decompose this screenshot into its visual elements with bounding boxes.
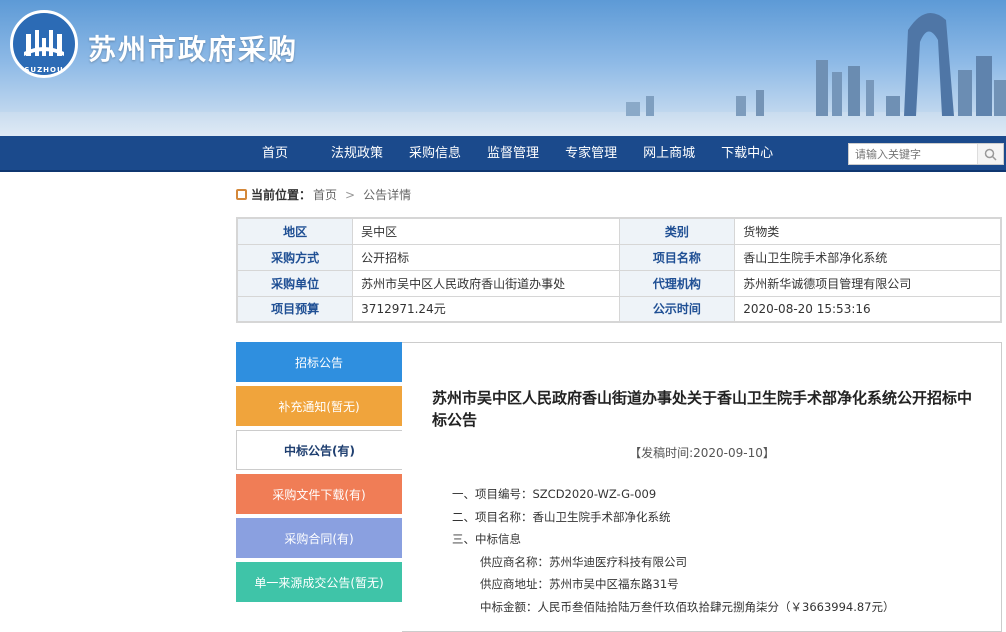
table-row: 采购方式 公开招标 项目名称 香山卫生院手术部净化系统 (236, 243, 1002, 271)
breadcrumb-label: 当前位置： (251, 188, 312, 202)
award-amount-line: 中标金额：人民币叁佰陆拾陆万叁仟玖佰玖拾肆元捌角柒分（￥3663994.87元） (480, 599, 895, 614)
project-name-line: 二、项目名称：香山卫生院手术部净化系统 (452, 509, 671, 524)
logo-caption: SUZHOU (24, 66, 64, 74)
breadcrumb-home-link[interactable]: 首页 (313, 186, 337, 203)
award-info-heading: 三、中标信息 (452, 532, 521, 546)
search-button[interactable] (977, 144, 1003, 164)
nav-item-experts[interactable]: 专家管理 (552, 136, 630, 172)
value-region: 吴中区 (352, 217, 620, 245)
announcement-panel: 苏州市吴中区人民政府香山街道办事处关于香山卫生院手术部净化系统公开招标中标公告 … (402, 342, 1002, 632)
label-agency: 代理机构 (618, 269, 736, 297)
supplier-address-line: 供应商地址：苏州市吴中区福东路31号 (480, 577, 679, 591)
nav-item-downloads[interactable]: 下载中心 (708, 136, 786, 172)
label-purchaser: 采购单位 (236, 269, 354, 297)
site-title: 苏州市政府采购 (88, 33, 299, 66)
value-project-name: 香山卫生院手术部净化系统 (734, 243, 1002, 271)
nav-item-home[interactable]: 首页 (248, 136, 318, 172)
project-number-line: 一、项目编号：SZCD2020-WZ-G-009 (452, 487, 657, 501)
value-agency: 苏州新华诚德项目管理有限公司 (734, 269, 1002, 297)
location-icon (236, 189, 247, 200)
tab-contract[interactable]: 采购合同(有) (236, 518, 402, 558)
tab-supplementary-notice[interactable]: 补充通知(暂无) (236, 386, 402, 426)
label-publish-time: 公示时间 (618, 295, 736, 323)
project-info-table: 地区 吴中区 类别 货物类 采购方式 公开招标 项目名称 香山卫生院手术部净化系… (236, 217, 1002, 323)
nav-item-procurement-info[interactable]: 采购信息 (396, 136, 474, 172)
breadcrumb-separator: > (345, 187, 356, 202)
city-skyline-image (626, 12, 1006, 117)
label-category: 类别 (618, 217, 736, 245)
tab-single-source[interactable]: 单一来源成交公告(暂无) (236, 562, 402, 602)
value-category: 货物类 (734, 217, 1002, 245)
table-row: 项目预算 3712971.24元 公示时间 2020-08-20 15:53:1… (236, 295, 1002, 323)
announcement-date: 【发稿时间:2020-09-10】 (629, 446, 775, 460)
nav-item-regulations[interactable]: 法规政策 (318, 136, 396, 172)
tab-award-notice[interactable]: 中标公告(有) (236, 430, 402, 470)
label-procurement-method: 采购方式 (236, 243, 354, 271)
announcement-tabs: 招标公告 补充通知(暂无) 中标公告(有) 采购文件下载(有) 采购合同(有) … (236, 342, 402, 606)
breadcrumb-current: 公告详情 (363, 188, 412, 202)
main-nav: 首页 法规政策 采购信息 监督管理 专家管理 网上商城 下载中心 (0, 136, 1006, 172)
nav-item-supervision[interactable]: 监督管理 (474, 136, 552, 172)
supplier-name-line: 供应商名称：苏州华迪医疗科技有限公司 (480, 554, 687, 569)
nav-item-online-mall[interactable]: 网上商城 (630, 136, 708, 172)
label-project-name: 项目名称 (618, 243, 736, 271)
table-row: 采购单位 苏州市吴中区人民政府香山街道办事处 代理机构 苏州新华诚德项目管理有限… (236, 269, 1002, 297)
value-publish-time: 2020-08-20 15:53:16 (734, 295, 1002, 323)
tab-file-download[interactable]: 采购文件下载(有) (236, 474, 402, 514)
table-row: 地区 吴中区 类别 货物类 (236, 217, 1002, 245)
label-region: 地区 (236, 217, 354, 245)
value-purchaser: 苏州市吴中区人民政府香山街道办事处 (352, 269, 620, 297)
breadcrumb: 当前位置： 首页 > 公告详情 (236, 186, 411, 203)
search-box (848, 143, 1004, 165)
announcement-title: 苏州市吴中区人民政府香山街道办事处关于香山卫生院手术部净化系统公开招标中标公告 (432, 389, 973, 429)
tab-tender-notice[interactable]: 招标公告 (236, 342, 402, 382)
announcement-body: 一、项目编号：SZCD2020-WZ-G-009 二、项目名称：香山卫生院手术部… (452, 483, 895, 618)
search-icon (984, 148, 997, 161)
header-banner: SUZHOU 苏州市政府采购 (0, 0, 1006, 136)
value-budget: 3712971.24元 (352, 295, 620, 323)
label-budget: 项目预算 (236, 295, 354, 323)
search-input[interactable] (849, 144, 977, 164)
value-procurement-method: 公开招标 (352, 243, 620, 271)
